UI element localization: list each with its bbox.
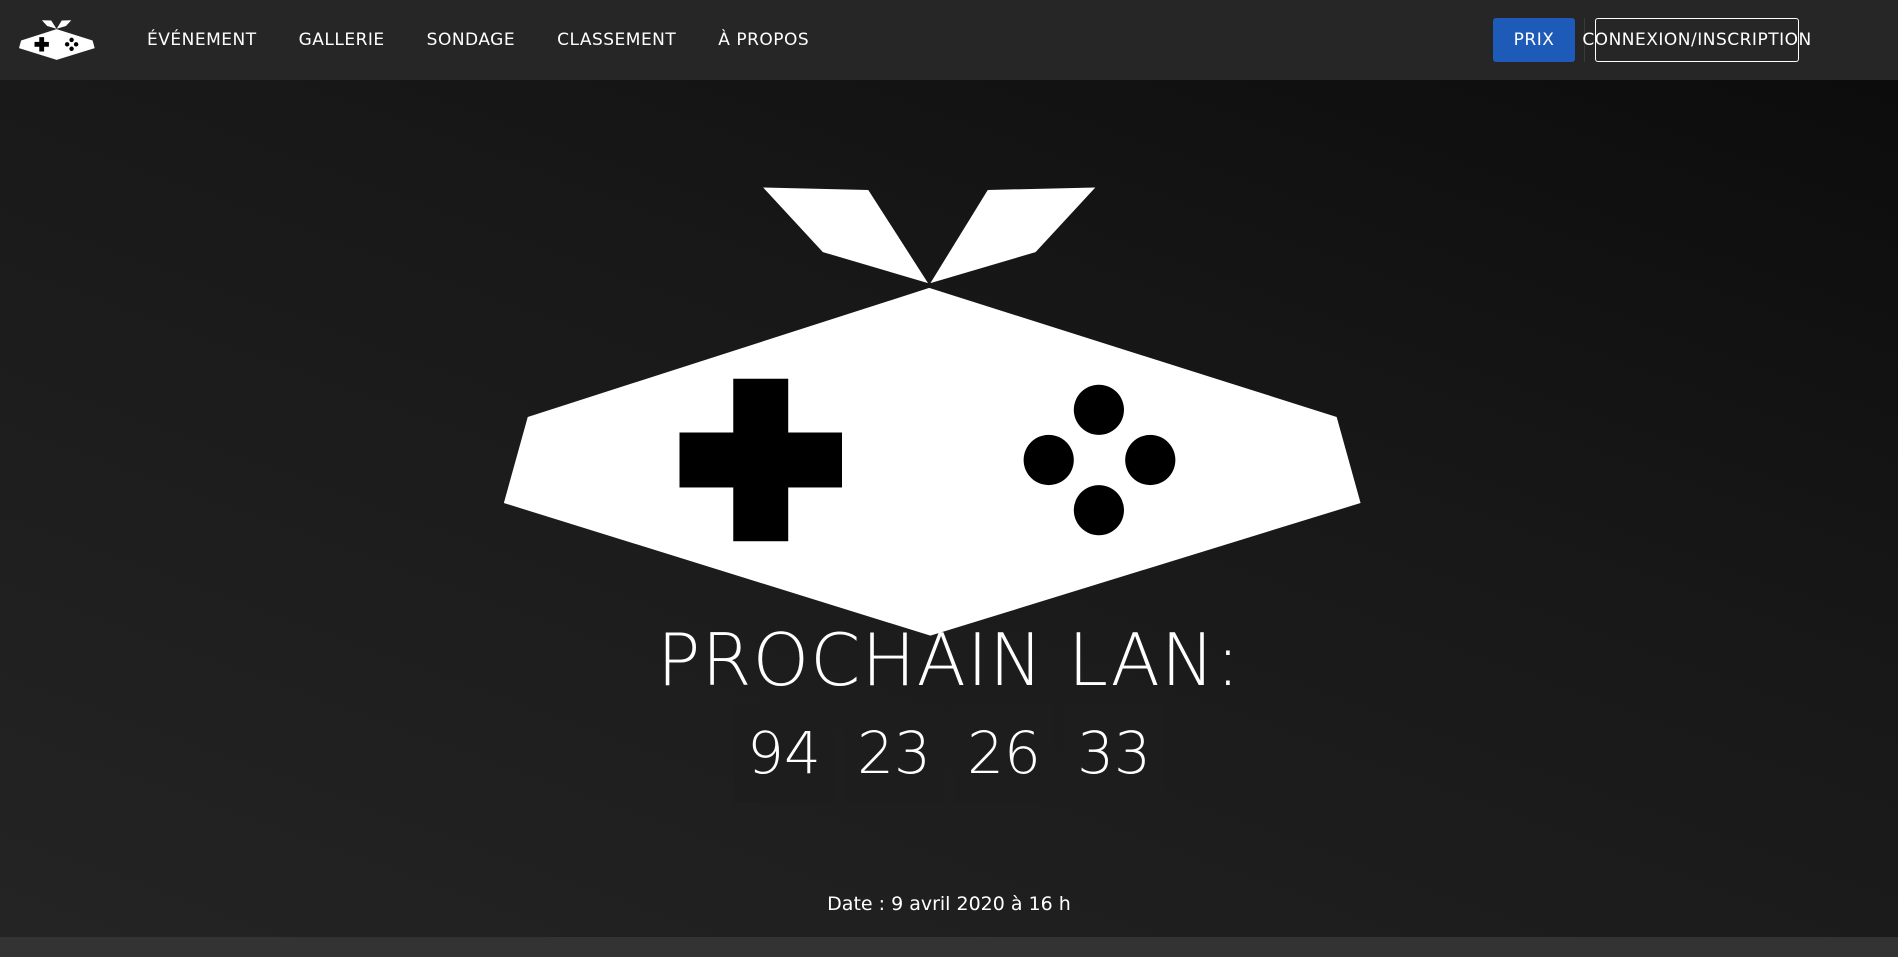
- nav-link-evenement[interactable]: ÉVÉNEMENT: [126, 30, 278, 50]
- next-section-edge: [0, 937, 1898, 957]
- gamepad-bow-icon: [503, 187, 1361, 636]
- main-nav: ÉVÉNEMENT GALLERIE SONDAGE CLASSEMENT À …: [126, 0, 830, 80]
- countdown-hours: 23: [844, 703, 944, 803]
- next-lan-title: PROCHAIN LAN:: [657, 618, 1241, 702]
- countdown: 94 23 26 33: [0, 703, 1898, 803]
- event-date: Date : 9 avril 2020 à 16 h: [827, 893, 1071, 915]
- prize-button[interactable]: PRIX: [1493, 18, 1575, 62]
- hero-section: [0, 80, 1898, 937]
- nav-link-classement[interactable]: CLASSEMENT: [536, 30, 697, 50]
- gamepad-bow-icon[interactable]: [19, 18, 95, 62]
- login-signup-button[interactable]: CONNEXION/INSCRIPTION: [1582, 18, 1811, 62]
- countdown-minutes: 26: [954, 703, 1054, 803]
- top-navbar: ÉVÉNEMENT GALLERIE SONDAGE CLASSEMENT À …: [0, 0, 1898, 80]
- nav-link-sondage[interactable]: SONDAGE: [406, 30, 536, 50]
- nav-link-a-propos[interactable]: À PROPOS: [697, 30, 830, 50]
- countdown-days: 94: [734, 703, 834, 803]
- nav-link-gallerie[interactable]: GALLERIE: [278, 30, 406, 50]
- countdown-seconds: 33: [1064, 703, 1164, 803]
